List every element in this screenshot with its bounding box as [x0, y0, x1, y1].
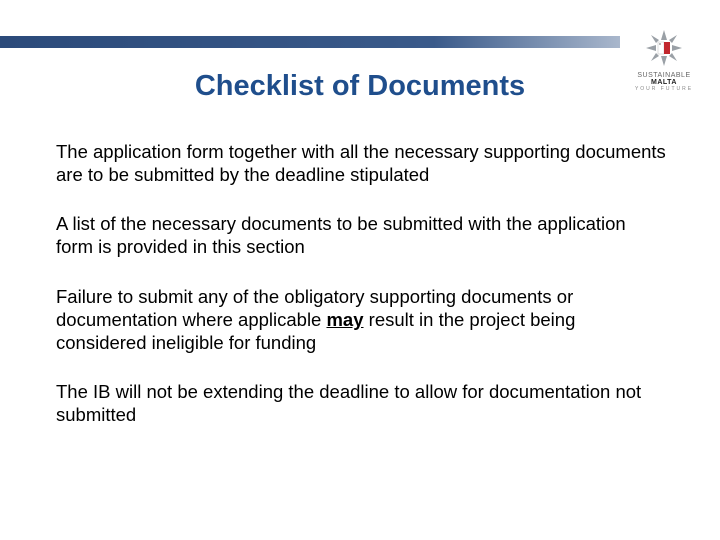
p3-underlined: may — [326, 309, 363, 330]
paragraph-2: A list of the necessary documents to be … — [56, 212, 666, 258]
malta-emblem-icon — [642, 26, 686, 70]
paragraph-3: Failure to submit any of the obligatory … — [56, 285, 666, 354]
slide-title: Checklist of Documents — [0, 70, 720, 103]
paragraph-4: The IB will not be extending the deadlin… — [56, 380, 666, 426]
header-accent-bar — [0, 36, 620, 48]
slide-body: The application form together with all t… — [56, 140, 666, 452]
paragraph-1: The application form together with all t… — [56, 140, 666, 186]
